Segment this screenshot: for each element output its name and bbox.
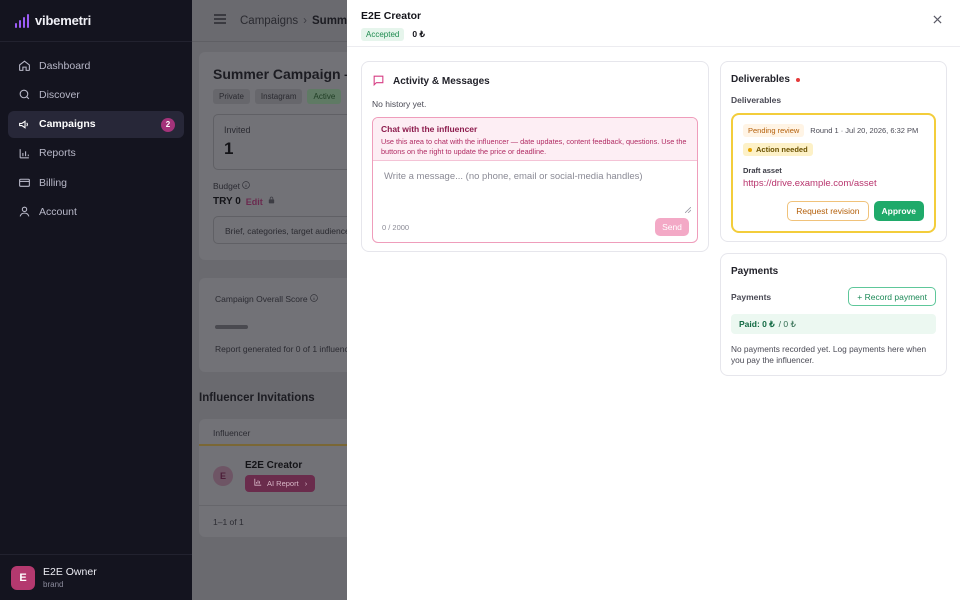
payments-note: No payments recorded yet. Log payments h…	[731, 344, 927, 365]
status-badge: Pending review	[743, 124, 805, 137]
user-icon	[17, 205, 31, 219]
score-note: Report generated for 0 of 1 influencers	[215, 344, 361, 354]
budget-edit-link[interactable]: Edit	[246, 197, 263, 207]
total-amount: / 0 ₺	[778, 318, 796, 329]
sidebar-item-reports[interactable]: Reports	[8, 140, 184, 167]
user-name: E2E Owner	[43, 566, 97, 578]
score-title: Campaign Overall Score	[215, 294, 318, 304]
info-icon	[310, 294, 318, 304]
wallet-icon	[17, 176, 31, 190]
chat-box: Chat with the influencer Use this area t…	[372, 117, 698, 243]
status-badge: Accepted	[361, 28, 405, 41]
influencer-drawer: E2E Creator Accepted 0 ₺ Activity & Mess…	[347, 0, 960, 600]
round-info: Round 1 · Jul 20, 2026, 6:32 PM	[810, 126, 919, 135]
payments-title: Payments	[731, 266, 779, 277]
user-profile[interactable]: E E2E Owner brand	[0, 554, 192, 600]
request-revision-button[interactable]: Request revision	[787, 201, 869, 221]
breadcrumb-separator: ›	[303, 14, 308, 27]
approve-button[interactable]: Approve	[873, 201, 924, 221]
deliverables-subtitle: Deliverables	[731, 95, 782, 105]
budget: Budget TRY 0 Edit	[213, 181, 275, 207]
no-history-text: No history yet.	[372, 99, 427, 109]
sidebar-item-label: Billing	[39, 176, 68, 189]
search-icon	[17, 88, 31, 102]
logo-icon	[15, 13, 29, 28]
drawer-title: E2E Creator	[361, 10, 422, 22]
sidebar-item-label: Account	[39, 205, 77, 218]
megaphone-icon	[17, 117, 31, 131]
influencer-name: E2E Creator	[245, 459, 303, 471]
deliverables-panel: Deliverables Deliverables Pending review…	[720, 61, 947, 242]
payments-subtitle: Payments	[731, 291, 772, 302]
info-icon	[242, 181, 251, 191]
sidebar-item-label: Campaigns	[39, 118, 96, 131]
draft-asset-link[interactable]: https://drive.example.com/asset	[743, 178, 924, 189]
lock-icon	[268, 196, 275, 207]
budget-label: Budget	[213, 181, 275, 191]
bar-chart-icon	[17, 146, 31, 160]
tag-platform: Instagram	[254, 89, 303, 104]
chevron-right-icon: ›	[304, 478, 308, 488]
user-role: brand	[43, 580, 64, 589]
dot-icon	[748, 147, 752, 152]
invited-value: 1	[224, 139, 234, 158]
avatar: E	[213, 465, 233, 486]
sidebar-item-discover[interactable]: Discover	[8, 81, 184, 108]
close-button[interactable]	[930, 12, 944, 26]
chat-info-banner: Chat with the influencer Use this area t…	[373, 118, 697, 161]
draft-asset-label: Draft asset	[743, 166, 782, 175]
chat-info-title: Chat with the influencer	[381, 124, 478, 134]
close-icon	[932, 14, 942, 24]
page-title: Summer Campaign — (	[213, 66, 368, 82]
sidebar-item-campaigns[interactable]: Campaigns 2	[8, 110, 184, 138]
logo[interactable]: vibemetri	[0, 0, 192, 42]
char-count: 0 / 2000	[382, 223, 410, 232]
logo-text: vibemetri	[35, 13, 92, 28]
activity-panel: Activity & Messages No history yet. Chat…	[361, 61, 709, 252]
payments-panel: Payments Payments + Record payment Paid:…	[720, 253, 947, 376]
score-placeholder-bar	[215, 325, 248, 329]
sidebar-item-billing[interactable]: Billing	[8, 169, 184, 196]
chart-icon	[254, 478, 262, 488]
message-input[interactable]	[374, 163, 692, 211]
budget-value: TRY 0	[213, 196, 241, 207]
sidebar-nav: Dashboard Discover Campaigns 2 Reports B…	[0, 42, 192, 238]
send-button[interactable]: Send	[655, 218, 689, 236]
deliverable-card: Pending review Round 1 · Jul 20, 2026, 6…	[731, 113, 936, 233]
tag-visibility: Private	[213, 89, 250, 104]
deliverables-title: Deliverables	[731, 74, 790, 85]
message-icon	[372, 74, 386, 88]
record-payment-button[interactable]: + Record payment	[848, 287, 936, 306]
notification-dot	[795, 77, 800, 82]
activity-title: Activity & Messages	[393, 75, 490, 87]
campaign-tags: Private Instagram Active	[213, 89, 342, 104]
avatar: E	[11, 565, 35, 590]
resize-handle-icon[interactable]	[684, 204, 692, 214]
sidebar-item-label: Dashboard	[39, 59, 91, 72]
drawer-header: E2E Creator Accepted 0 ₺	[347, 0, 960, 47]
sidebar-item-label: Reports	[39, 147, 76, 160]
invited-stat: Invited 1	[213, 114, 353, 170]
campaigns-count-badge: 2	[161, 117, 175, 132]
tag-status: Active	[307, 89, 342, 104]
paid-amount: Paid: 0 ₺	[739, 318, 775, 329]
sidebar-item-label: Discover	[39, 88, 80, 101]
home-icon	[17, 59, 31, 73]
sidebar: vibemetri Dashboard Discover Campaigns 2	[0, 0, 192, 600]
sidebar-item-dashboard[interactable]: Dashboard	[8, 52, 184, 79]
chat-info-text: Use this area to chat with the influence…	[381, 137, 687, 156]
invitations-title: Influencer Invitations	[199, 392, 315, 404]
action-needed-badge: Action needed	[743, 143, 813, 156]
menu-icon[interactable]	[214, 14, 226, 27]
invited-label: Invited	[224, 125, 251, 135]
breadcrumb-parent[interactable]: Campaigns	[240, 15, 298, 27]
sidebar-item-account[interactable]: Account	[8, 198, 184, 225]
paid-summary: Paid: 0 ₺ / 0 ₺	[731, 314, 936, 334]
ai-report-button[interactable]: AI Report ›	[245, 474, 315, 492]
offer-amount: 0 ₺	[412, 29, 425, 39]
